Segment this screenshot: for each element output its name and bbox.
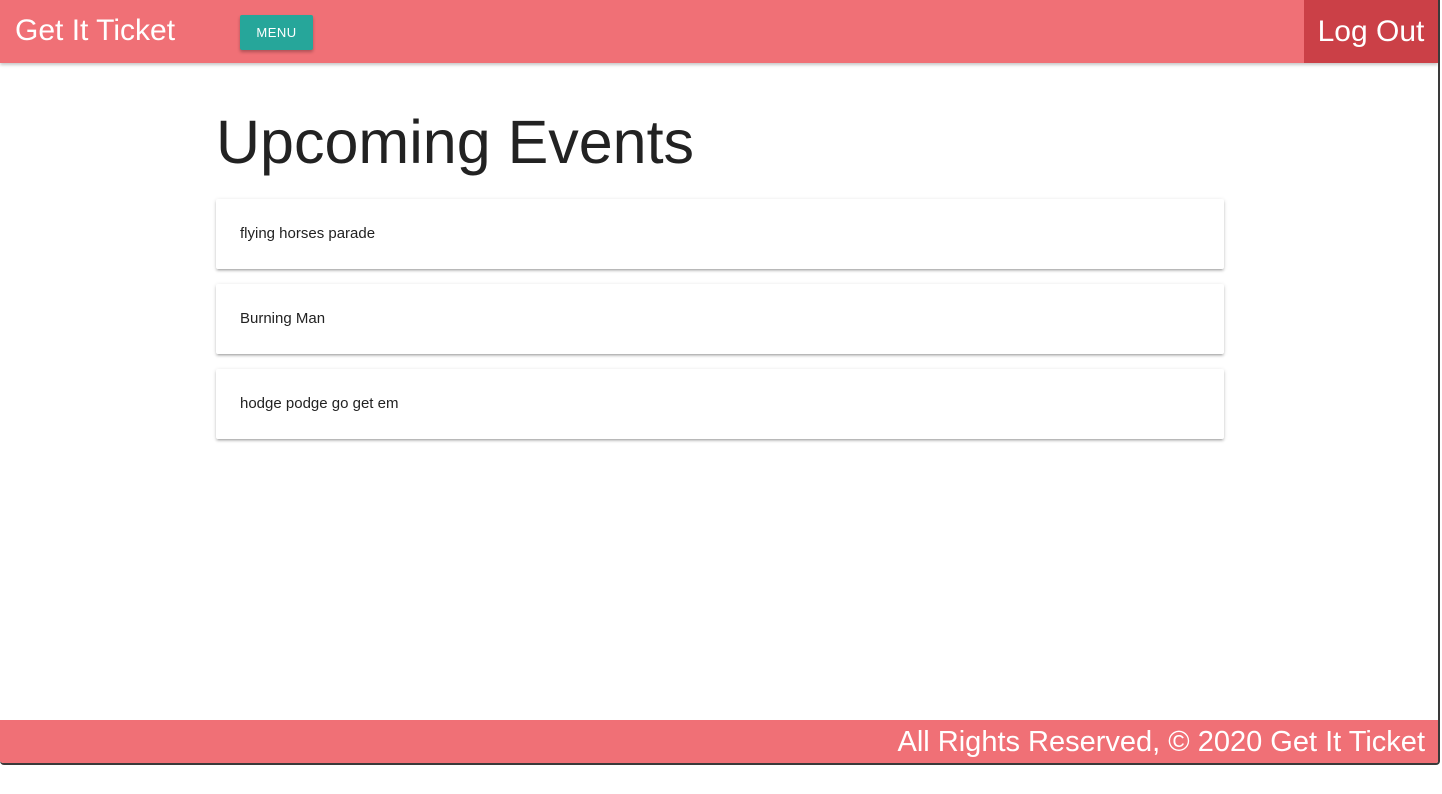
brand-logo-link[interactable]: Get It Ticket	[15, 13, 175, 49]
event-card[interactable]: flying horses parade	[216, 199, 1224, 269]
copyright-text: All Rights Reserved, © 2020 Get It Ticke…	[897, 726, 1425, 758]
top-navbar: Get It Ticket MENU Log Out	[0, 0, 1438, 63]
event-title: Burning Man	[240, 310, 326, 327]
event-card[interactable]: Burning Man	[216, 284, 1224, 354]
page-title: Upcoming Events	[216, 108, 695, 176]
page-footer: All Rights Reserved, © 2020 Get It Ticke…	[0, 720, 1438, 763]
event-title: hodge podge go get em	[240, 395, 399, 412]
event-title: flying horses parade	[240, 225, 376, 242]
app-window: Get It Ticket MENU Log Out Upcoming Even…	[0, 0, 1440, 765]
menu-button[interactable]: MENU	[240, 15, 313, 50]
event-card[interactable]: hodge podge go get em	[216, 369, 1224, 439]
logout-button[interactable]: Log Out	[1304, 0, 1438, 63]
events-list: flying horses parade Burning Man hodge p…	[216, 199, 1224, 454]
